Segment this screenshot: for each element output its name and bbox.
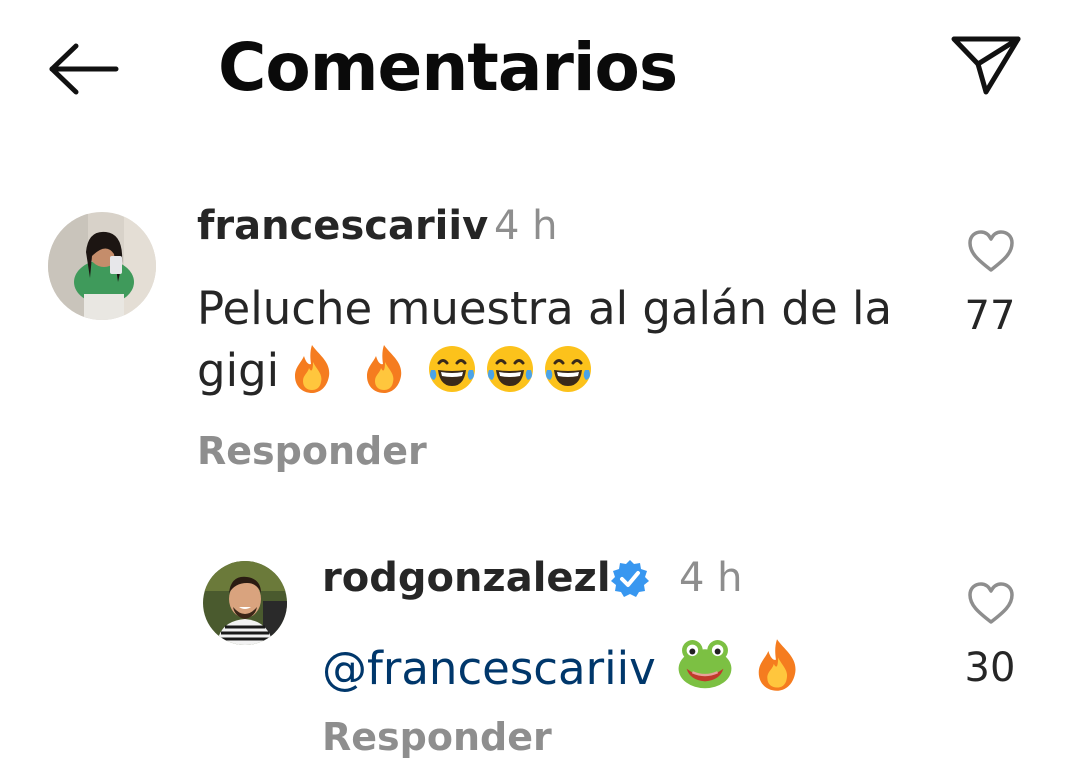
joy-emoji-icon <box>429 346 476 392</box>
comment-username[interactable]: rodgonzalezl <box>322 554 611 602</box>
frog-emoji-icon <box>678 640 732 689</box>
reply-button[interactable]: Responder <box>322 714 552 760</box>
heart-outline-icon <box>968 582 1014 624</box>
joy-emoji-icon <box>545 346 592 392</box>
back-button[interactable] <box>46 38 122 98</box>
heart-outline-icon <box>968 230 1014 272</box>
mention-link[interactable]: @francescariiv <box>322 642 656 695</box>
arrow-left-icon <box>49 43 119 95</box>
app-header: Comentarios <box>0 0 1080 140</box>
verified-badge-icon <box>609 558 651 600</box>
share-button[interactable] <box>948 32 1024 98</box>
fire-emoji-icon <box>758 639 796 691</box>
comment-time: 4 h <box>679 555 743 601</box>
like-button[interactable] <box>966 580 1016 626</box>
avatar[interactable] <box>203 561 287 645</box>
like-button[interactable] <box>966 228 1016 274</box>
comment-username[interactable]: francescariiv <box>197 202 488 250</box>
like-count: 77 <box>964 293 1016 339</box>
comment-text: @francescariiv <box>322 632 942 700</box>
comment-text: Peluche muestra al galán de la gigi <box>197 278 917 402</box>
like-count: 30 <box>964 645 1016 691</box>
avatar[interactable] <box>48 212 156 320</box>
paper-plane-icon <box>951 36 1021 95</box>
reply-button[interactable]: Responder <box>197 428 427 474</box>
fire-emoji-icon <box>295 345 330 393</box>
fire-emoji-icon <box>367 345 402 393</box>
page-title: Comentarios <box>218 29 678 106</box>
comment-time: 4 h <box>494 203 558 249</box>
joy-emoji-icon <box>487 346 534 392</box>
